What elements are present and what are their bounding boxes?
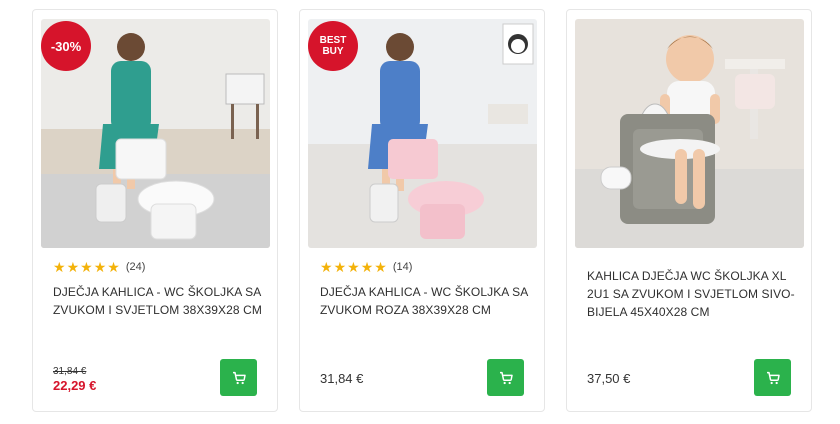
- rating-stars: ★ ★ ★ ★ ★: [53, 260, 120, 274]
- star-icon: ★: [360, 259, 374, 275]
- add-to-cart-button[interactable]: [754, 359, 791, 396]
- shopping-cart-icon: [766, 371, 780, 384]
- star-icon: ★: [320, 259, 333, 275]
- star-icon: ★: [93, 259, 107, 275]
- sale-price: 22,29 €: [53, 378, 97, 393]
- badge-line: BUY: [322, 46, 344, 57]
- product-title[interactable]: DJEČJA KAHLICA - WC ŠKOLJKA SA ZVUKOM RO…: [320, 283, 532, 319]
- star-icon: ★: [53, 259, 66, 275]
- review-count: (24): [125, 261, 146, 273]
- shopping-cart-icon: [232, 371, 246, 384]
- product-card[interactable]: BEST BUY ★ ★ ★ ★ ★ (14) DJEČJA KAHLICA -…: [299, 9, 545, 412]
- product-card[interactable]: KAHLICA DJEČJA WC ŠKOLJKA XL 2u1 SA ZVUK…: [566, 9, 812, 412]
- product-price: 31,84 €: [320, 371, 364, 386]
- add-to-cart-button[interactable]: [487, 359, 524, 396]
- add-to-cart-button[interactable]: [220, 359, 257, 396]
- product-title[interactable]: DJEČJA KAHLICA - WC ŠKOLJKA SA ZVUKOM I …: [53, 283, 265, 319]
- product-image[interactable]: [575, 19, 804, 248]
- star-icon: ★: [107, 259, 120, 275]
- best-buy-badge: BEST BUY: [308, 21, 358, 71]
- star-icon: ★: [347, 259, 360, 275]
- discount-badge: -30%: [41, 21, 91, 71]
- product-rating: ★ ★ ★ ★ ★ (14): [320, 260, 412, 274]
- star-icon: ★: [333, 259, 347, 275]
- star-icon: ★: [374, 259, 387, 275]
- shopping-cart-icon: [499, 371, 513, 384]
- star-icon: ★: [80, 259, 93, 275]
- product-photo-grey-potty: [575, 19, 804, 248]
- rating-stars: ★ ★ ★ ★ ★: [320, 260, 387, 274]
- star-icon: ★: [66, 259, 80, 275]
- product-price: 37,50 €: [587, 371, 631, 386]
- product-card[interactable]: -30% ★ ★ ★ ★ ★ (24) DJEČJA KAHLICA - WC …: [32, 9, 278, 412]
- product-title[interactable]: KAHLICA DJEČJA WC ŠKOLJKA XL 2u1 SA ZVUK…: [587, 267, 799, 321]
- review-count: (14): [392, 261, 413, 273]
- product-rating: ★ ★ ★ ★ ★ (24): [53, 260, 145, 274]
- badge-line: BEST: [319, 35, 347, 46]
- old-price: 31,84 €: [53, 366, 87, 377]
